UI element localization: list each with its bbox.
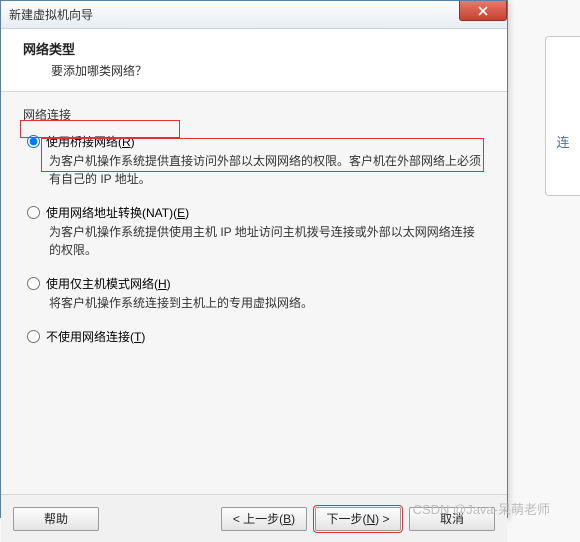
next-button[interactable]: 下一步(N) > [315,507,401,531]
radio-bridged[interactable] [27,135,40,148]
side-panel-text: 连 [556,132,569,151]
option-nat-row[interactable]: 使用网络地址转换(NAT)(E) [27,204,485,221]
network-radio-group: 使用桥接网络(R) 为客户机操作系统提供直接访问外部以太网网络的权限。客户机在外… [23,133,485,345]
option-bridged: 使用桥接网络(R) 为客户机操作系统提供直接访问外部以太网网络的权限。客户机在外… [27,133,485,188]
section-label: 网络连接 [23,106,485,123]
watermark: CSDN @Java-呆萌老师 [413,499,550,518]
window-title: 新建虚拟机向导 [9,6,93,23]
back-button[interactable]: < 上一步(B) [221,507,307,531]
option-hostonly-row[interactable]: 使用仅主机模式网络(H) [27,275,485,292]
option-none-row[interactable]: 不使用网络连接(T) [27,328,485,345]
option-nat-desc: 为客户机操作系统提供使用主机 IP 地址访问主机拨号连接或外部以太网网络连接的权… [27,223,485,259]
option-hostonly: 使用仅主机模式网络(H) 将客户机操作系统连接到主机上的专用虚拟网络。 [27,275,485,312]
close-icon [478,6,488,16]
wizard-header: 网络类型 要添加哪类网络？ [1,29,507,92]
page-subtitle: 要添加哪类网络？ [23,62,491,79]
wizard-dialog: 新建虚拟机向导 网络类型 要添加哪类网络？ 网络连接 使用桥接网络(R) 为客户… [0,0,508,518]
option-nat-label: 使用网络地址转换(NAT)(E) [46,204,189,221]
help-button[interactable]: 帮助 [13,507,99,531]
option-bridged-row[interactable]: 使用桥接网络(R) [27,133,485,150]
titlebar: 新建虚拟机向导 [1,1,507,29]
page-title: 网络类型 [23,39,491,58]
close-button[interactable] [459,1,507,21]
content-area: 网络连接 使用桥接网络(R) 为客户机操作系统提供直接访问外部以太网网络的权限。… [1,92,507,494]
option-bridged-desc: 为客户机操作系统提供直接访问外部以太网网络的权限。客户机在外部网络上必须有自己的… [27,152,485,188]
option-hostonly-label: 使用仅主机模式网络(H) [46,275,171,292]
option-none-label: 不使用网络连接(T) [46,328,145,345]
option-nat: 使用网络地址转换(NAT)(E) 为客户机操作系统提供使用主机 IP 地址访问主… [27,204,485,259]
option-bridged-label: 使用桥接网络(R) [46,133,135,150]
option-hostonly-desc: 将客户机操作系统连接到主机上的专用虚拟网络。 [27,294,485,312]
radio-none[interactable] [27,330,40,343]
option-none: 不使用网络连接(T) [27,328,485,345]
radio-nat[interactable] [27,206,40,219]
radio-hostonly[interactable] [27,277,40,290]
side-panel: 连 [545,36,580,196]
